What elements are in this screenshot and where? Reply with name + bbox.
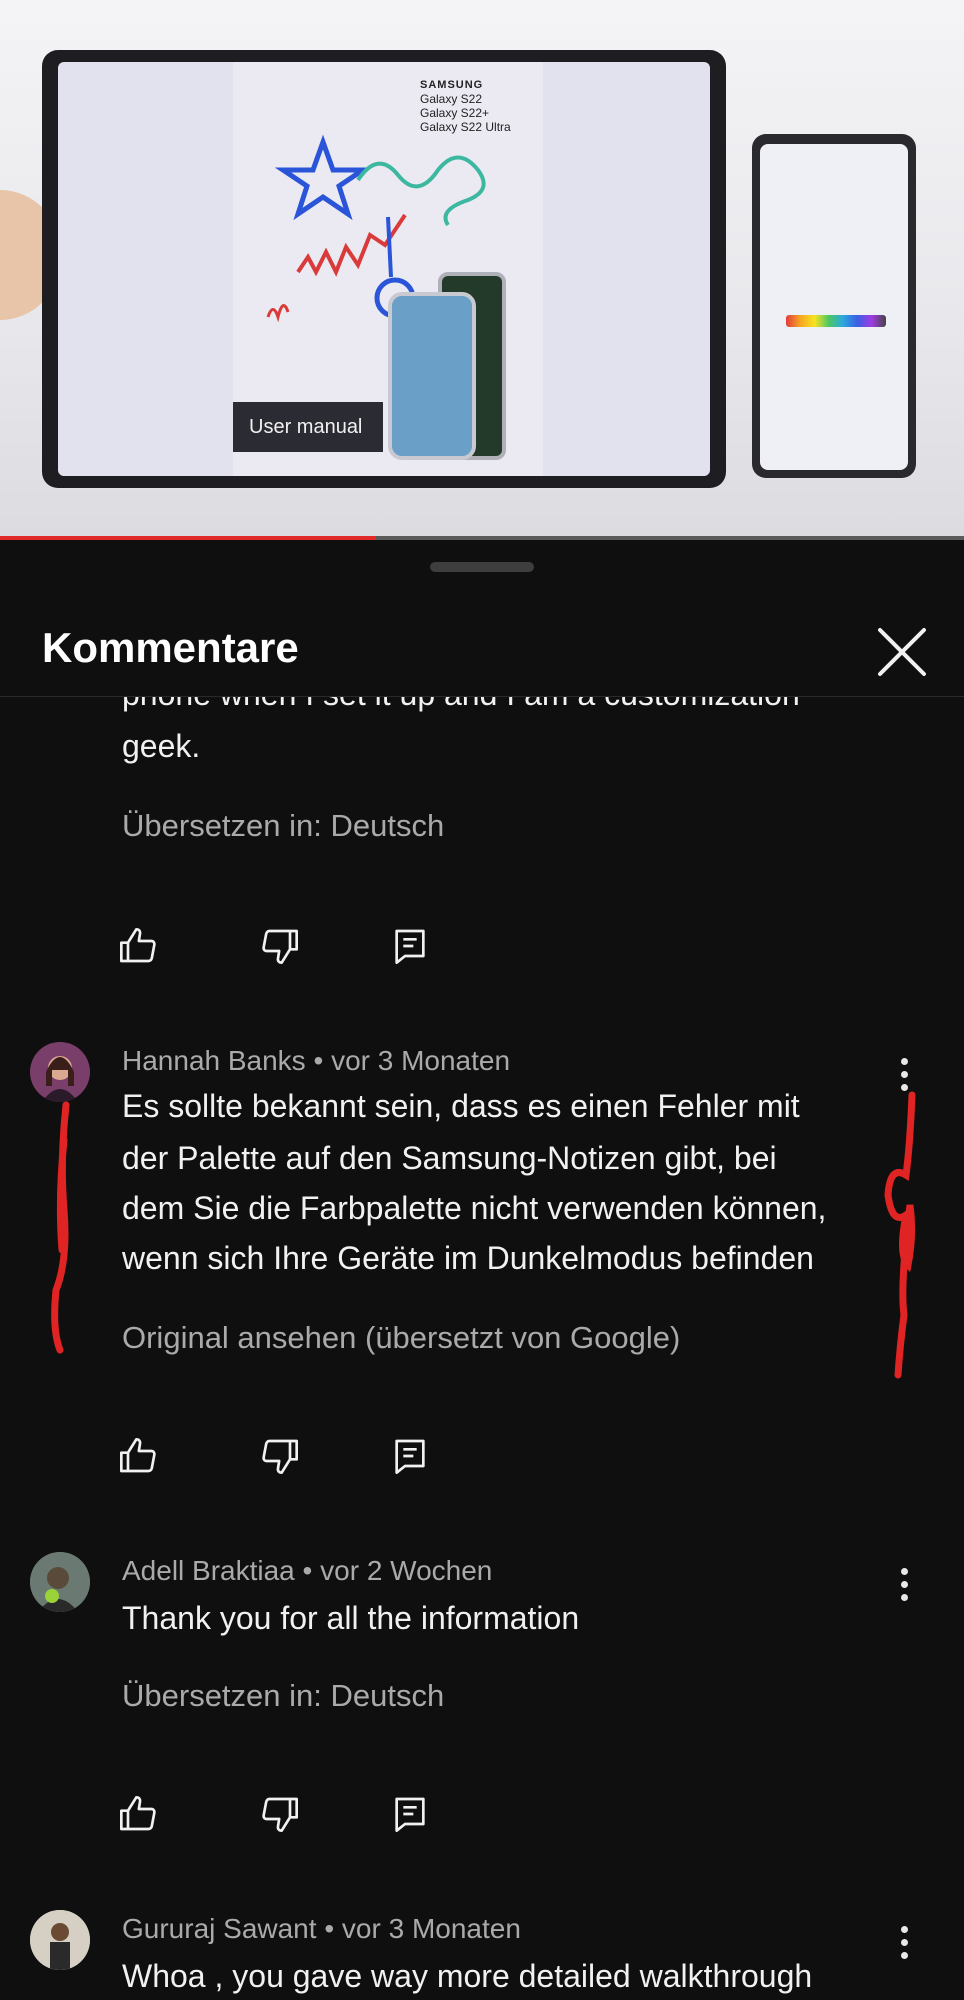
- comment-text-line: wenn sich Ihre Geräte im Dunkelmodus bef…: [122, 1240, 814, 1276]
- more-icon: [900, 1057, 908, 1065]
- dislike-icon: [262, 1439, 298, 1474]
- meta-separator: •: [302, 1555, 313, 1586]
- avatar-image: [30, 1910, 90, 1970]
- reply-button[interactable]: [390, 1436, 440, 1486]
- author-name[interactable]: Hannah Banks: [122, 1045, 306, 1076]
- comment-time: vor 3 Monaten: [331, 1045, 511, 1076]
- like-button[interactable]: [118, 1436, 168, 1486]
- user-manual-banner: User manual: [233, 402, 383, 452]
- comment-text-line: Whoa , you gave way more detailed walkth…: [122, 1958, 813, 1994]
- close-icon: [878, 628, 926, 676]
- dislike-button[interactable]: [260, 926, 310, 976]
- author-name[interactable]: Gururaj Sawant: [122, 1913, 317, 1944]
- reply-icon: [395, 929, 425, 964]
- avatar[interactable]: [30, 1910, 90, 1970]
- tablet-screen: SAMSUNG Galaxy S22 Galaxy S22+ Galaxy S2…: [58, 62, 710, 476]
- like-button[interactable]: [118, 926, 168, 976]
- sheet-header: Kommentare: [0, 576, 964, 697]
- model-2: Galaxy S22+: [420, 106, 490, 120]
- like-icon: [120, 1796, 156, 1831]
- product-list: SAMSUNG Galaxy S22 Galaxy S22+ Galaxy S2…: [420, 78, 580, 134]
- avatar-image: [30, 1552, 90, 1612]
- avatar[interactable]: [30, 1552, 90, 1612]
- avatar-image: [42, 1056, 78, 1102]
- reply-icon: [395, 1797, 425, 1832]
- comment-text-line: dem Sie die Farbpalette nicht verwenden …: [122, 1190, 827, 1226]
- more-icon: [900, 1567, 908, 1575]
- comment-text-line: der Palette auf den Samsung-Notizen gibt…: [122, 1140, 777, 1176]
- model-1: Galaxy S22: [420, 92, 483, 106]
- reply-icon: [395, 1439, 425, 1474]
- author-name[interactable]: Adell Braktiaa: [122, 1555, 295, 1586]
- comment-text-line: geek.: [122, 728, 201, 764]
- comment-time: vor 2 Wochen: [320, 1555, 493, 1586]
- comment-time: vor 3 Monaten: [341, 1913, 521, 1944]
- translate-link[interactable]: Übersetzen in: Deutsch: [122, 808, 444, 844]
- red-annotation-mark-left: [51, 1101, 70, 1354]
- more-options-button[interactable]: [886, 1920, 922, 1964]
- phone-device-screen: [760, 144, 908, 470]
- reply-button[interactable]: [390, 1794, 440, 1844]
- dislike-icon: [262, 1797, 298, 1832]
- comment-list: phone when I set it up and I am a custom…: [0, 540, 964, 2000]
- close-button[interactable]: [874, 624, 930, 680]
- translate-link[interactable]: Übersetzen in: Deutsch: [122, 1678, 444, 1714]
- comment-text-line: Thank you for all the information: [122, 1600, 580, 1636]
- dislike-button[interactable]: [260, 1794, 310, 1844]
- dislike-icon: [262, 929, 298, 964]
- red-annotation-mark-right: [884, 1091, 916, 1379]
- brand-label: SAMSUNG: [420, 79, 484, 91]
- comment-text-line: Es sollte bekannt sein, dass es einen Fe…: [122, 1088, 800, 1124]
- sheet-title: Kommentare: [42, 624, 299, 671]
- like-icon: [120, 928, 156, 963]
- meta-separator: •: [313, 1045, 324, 1076]
- avatar[interactable]: [30, 1042, 90, 1102]
- reply-button[interactable]: [390, 926, 440, 976]
- more-options-button[interactable]: [886, 1562, 922, 1606]
- more-icon: [900, 1925, 908, 1933]
- like-button[interactable]: [118, 1794, 168, 1844]
- comment-meta: Hannah Banks • vor 3 Monaten: [122, 1045, 510, 1077]
- like-icon: [120, 1438, 156, 1473]
- comment-meta: Gururaj Sawant • vor 3 Monaten: [122, 1913, 521, 1945]
- model-3: Galaxy S22 Ultra: [420, 120, 511, 134]
- comment-meta: Adell Braktiaa • vor 2 Wochen: [122, 1555, 492, 1587]
- video-player[interactable]: SAMSUNG Galaxy S22 Galaxy S22+ Galaxy S2…: [0, 0, 964, 540]
- comments-sheet: phone when I set it up and I am a custom…: [0, 540, 964, 2000]
- see-original-link[interactable]: Original ansehen (übersetzt von Google): [122, 1320, 680, 1356]
- color-palette-image: [786, 315, 886, 327]
- phone-image-blue: [388, 292, 476, 460]
- dislike-button[interactable]: [260, 1436, 310, 1486]
- meta-separator: •: [324, 1913, 335, 1944]
- drawing-sketch: [266, 134, 486, 323]
